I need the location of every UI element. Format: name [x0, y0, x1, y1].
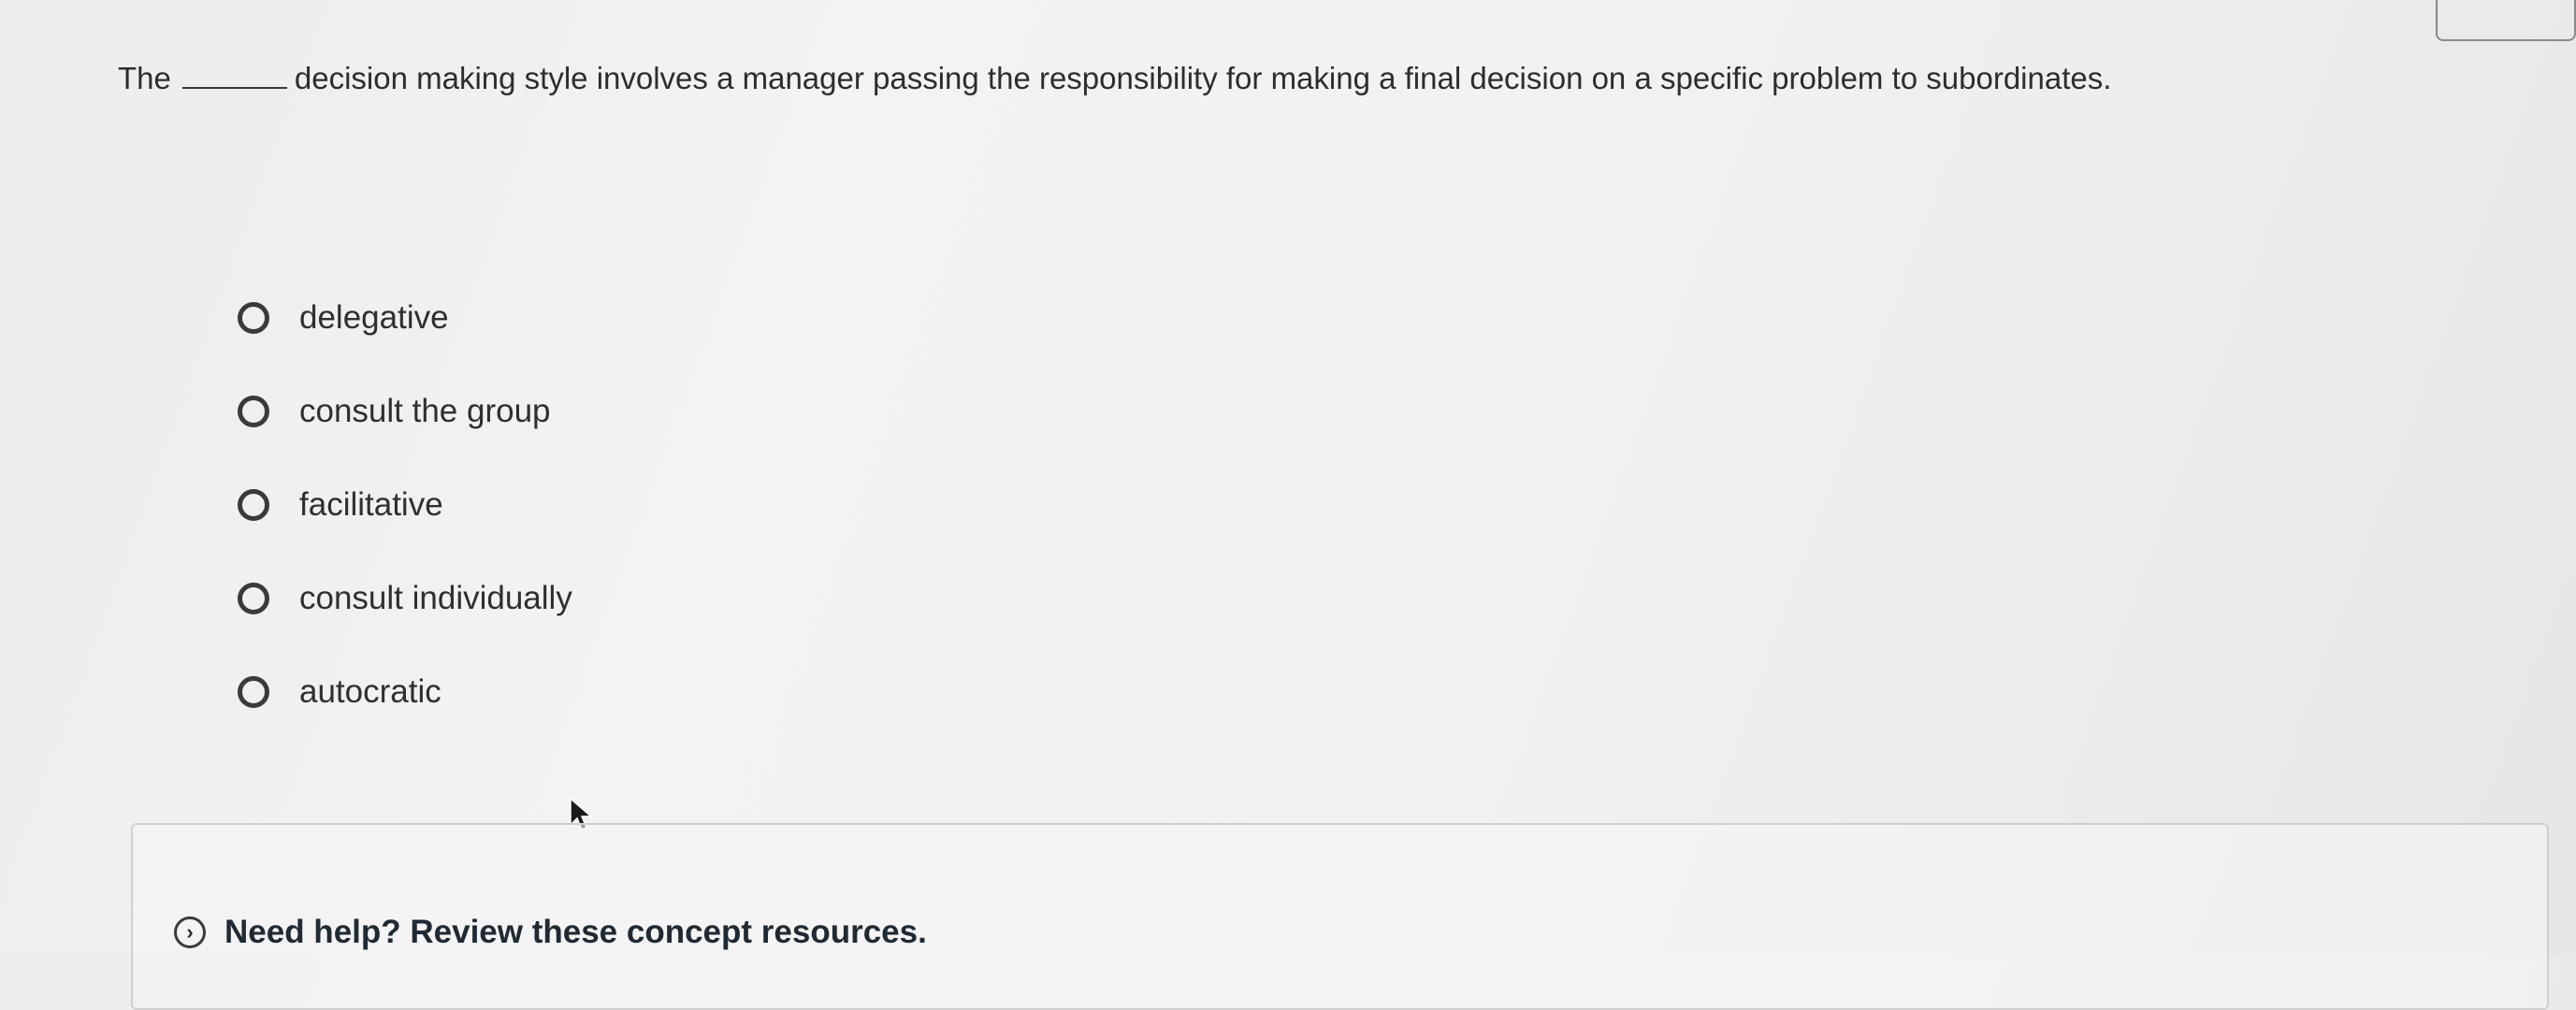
- option-delegative[interactable]: delegative: [238, 290, 572, 346]
- option-label: consult individually: [299, 580, 572, 616]
- option-consult-the-group[interactable]: consult the group: [238, 383, 572, 440]
- help-resources-toggle[interactable]: › Need help? Review these concept resour…: [174, 914, 927, 951]
- radio-button[interactable]: [238, 302, 269, 334]
- radio-button[interactable]: [238, 583, 269, 614]
- question-prefix: The: [118, 61, 171, 95]
- option-label: consult the group: [299, 393, 551, 429]
- question-blank: [181, 83, 287, 89]
- option-facilitative[interactable]: facilitative: [238, 477, 572, 533]
- top-right-control-box[interactable]: [2436, 0, 2576, 41]
- help-resources-label[interactable]: Need help? Review these concept resource…: [224, 914, 927, 951]
- option-label: delegative: [299, 299, 449, 336]
- radio-button[interactable]: [238, 676, 269, 708]
- question-text: The decision making style involves a mana…: [118, 58, 2111, 99]
- option-consult-individually[interactable]: consult individually: [238, 570, 572, 627]
- answer-options: delegative consult the group facilitativ…: [238, 290, 572, 758]
- chevron-right-circle-icon[interactable]: ›: [174, 916, 206, 948]
- radio-button[interactable]: [238, 396, 269, 427]
- option-label: facilitative: [299, 486, 443, 523]
- radio-button[interactable]: [238, 489, 269, 521]
- question-suffix: decision making style involves a manager…: [294, 61, 2112, 95]
- option-autocratic[interactable]: autocratic: [238, 664, 572, 720]
- option-label: autocratic: [299, 673, 441, 710]
